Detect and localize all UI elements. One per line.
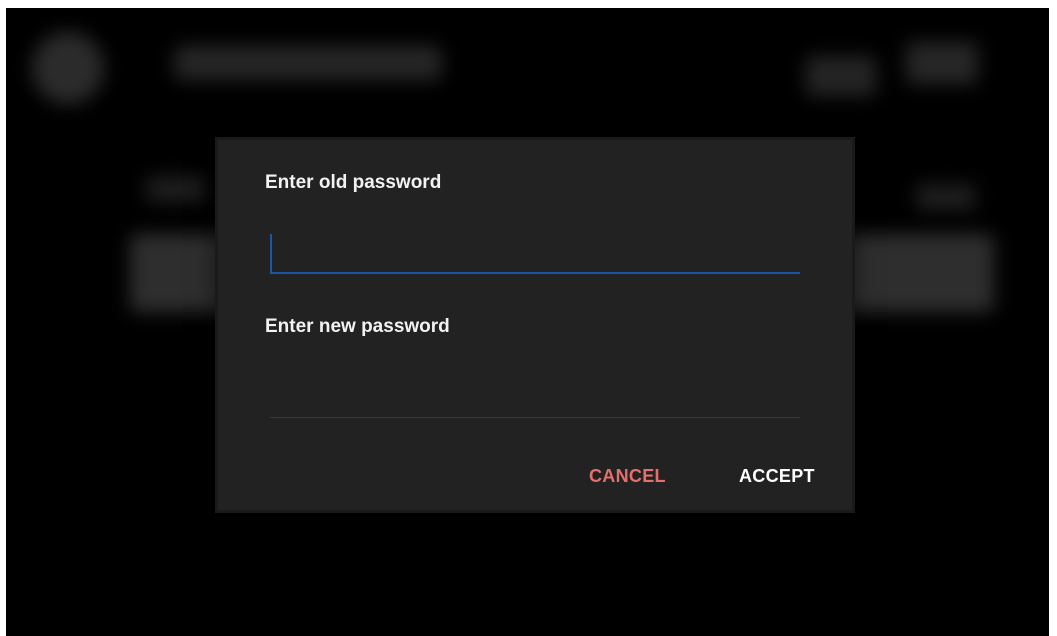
old-password-input[interactable]	[270, 234, 800, 274]
old-password-label: Enter old password	[265, 172, 442, 193]
signal-icon	[806, 56, 876, 96]
app-title-placeholder	[174, 46, 442, 80]
screen: Enter old password Enter new password CA…	[6, 8, 1049, 636]
battery-icon	[906, 42, 978, 84]
new-password-input[interactable]	[270, 378, 800, 418]
new-password-label: Enter new password	[265, 316, 450, 337]
background-label	[916, 184, 976, 210]
text-cursor	[270, 234, 272, 274]
cancel-button[interactable]: CANCEL	[583, 462, 672, 491]
background-label	[146, 176, 206, 202]
avatar	[32, 32, 104, 104]
accept-button[interactable]: ACCEPT	[733, 462, 821, 491]
change-password-dialog: Enter old password Enter new password CA…	[218, 140, 852, 510]
